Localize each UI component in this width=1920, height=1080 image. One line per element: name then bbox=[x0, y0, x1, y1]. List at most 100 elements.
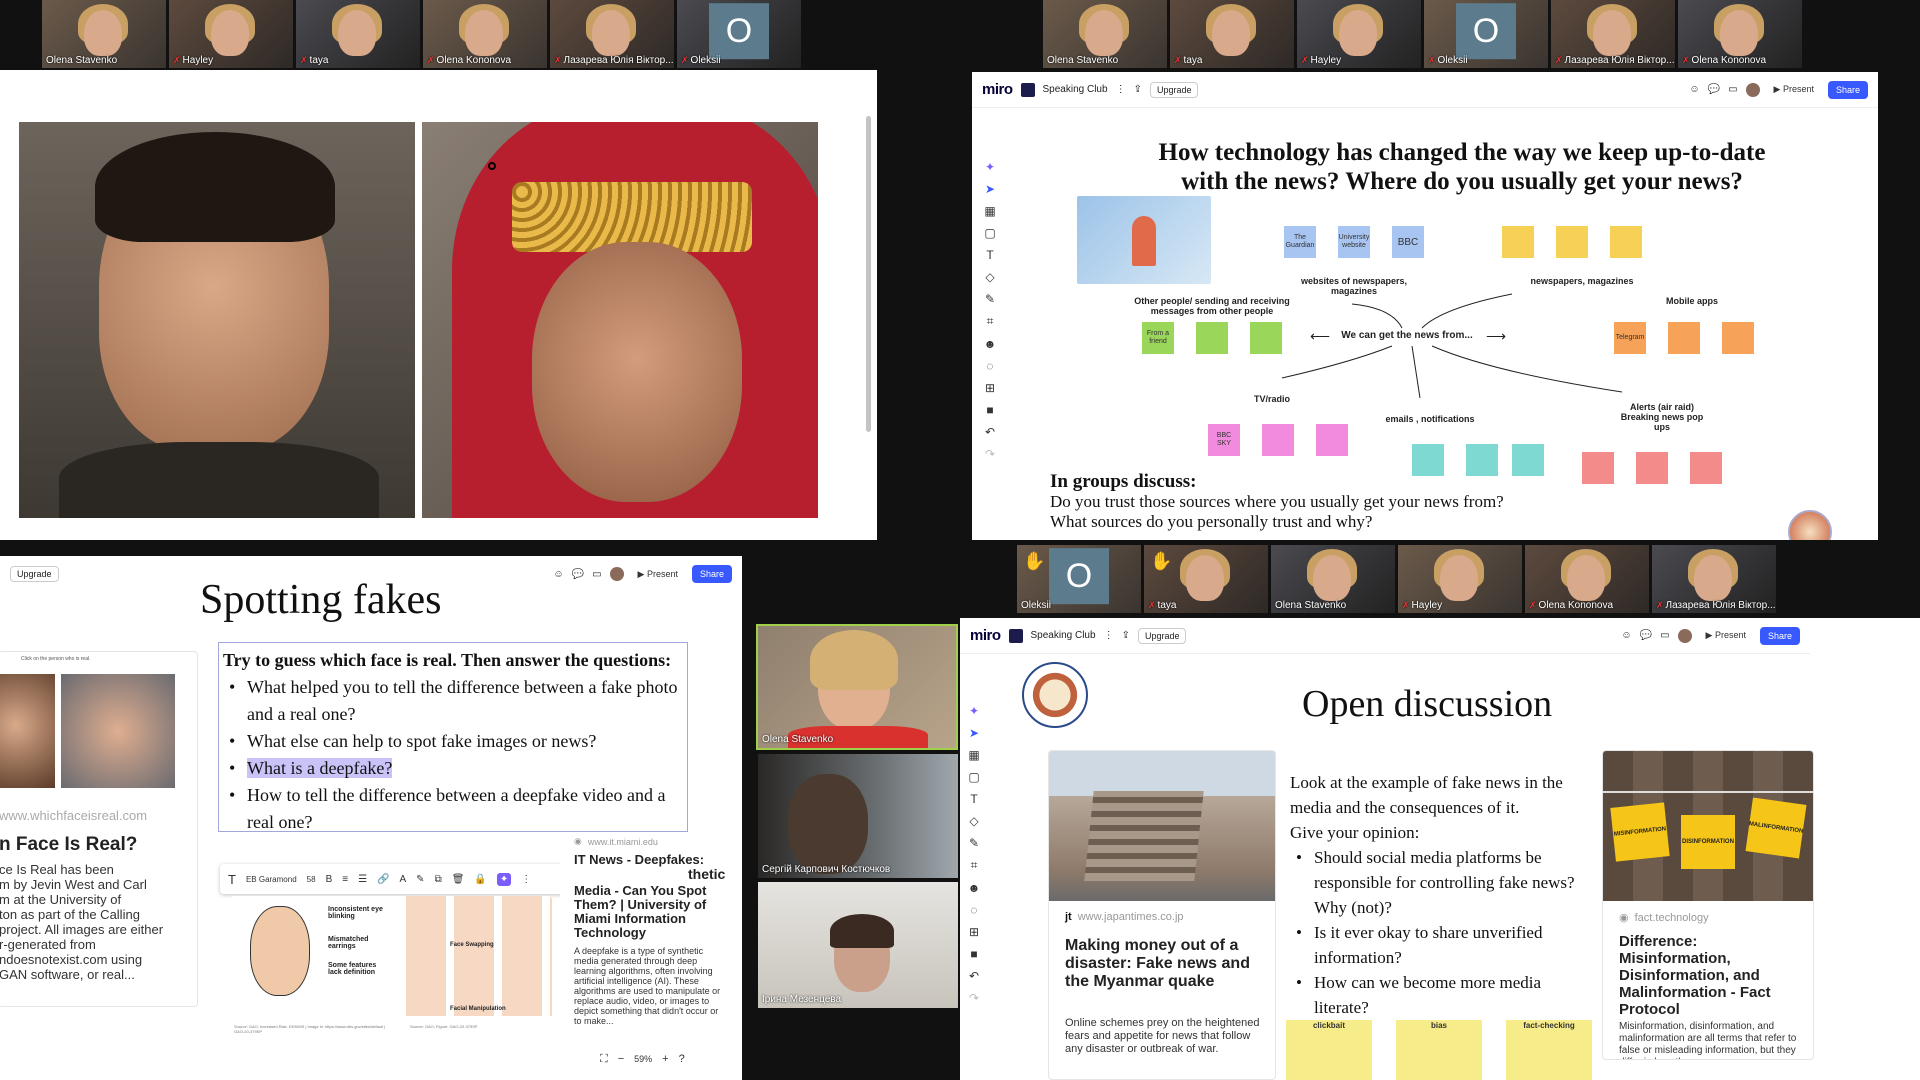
font-select[interactable]: EB Garamond bbox=[246, 875, 297, 884]
scrollbar[interactable] bbox=[866, 116, 871, 432]
participant-tile[interactable]: Olena Stavenko bbox=[1271, 545, 1395, 613]
pen-icon[interactable]: ✎ bbox=[969, 836, 979, 850]
sticky-pink-2[interactable] bbox=[1262, 424, 1294, 456]
chat-icon[interactable]: 💬 bbox=[1640, 630, 1652, 641]
frame-icon[interactable]: ⌗ bbox=[971, 858, 978, 873]
muted-mic-icon: ✗ bbox=[1148, 600, 1156, 610]
page-title: Spotting fakes bbox=[200, 577, 442, 623]
board-name[interactable]: Speaking Club bbox=[1031, 630, 1096, 641]
share-button[interactable]: Share bbox=[691, 565, 732, 583]
export-icon[interactable]: ⇪ bbox=[1122, 630, 1130, 641]
comment-icon[interactable]: ◌ bbox=[970, 903, 977, 917]
text-icon[interactable]: T bbox=[228, 872, 236, 887]
sticker-icon[interactable]: ☻ bbox=[968, 881, 981, 895]
share-button[interactable]: Share bbox=[1759, 626, 1800, 645]
participant-tile[interactable]: ✗ Hayley bbox=[1398, 545, 1522, 613]
link-card-japantimes[interactable]: jt www.japantimes.co.jp Making money out … bbox=[1048, 750, 1276, 1080]
sticky-note-icon[interactable]: ▢ bbox=[968, 770, 979, 784]
sticky-clickbait[interactable]: clickbait bbox=[1286, 1020, 1372, 1080]
camera-serhii[interactable]: Сергій Карпович Костючков bbox=[758, 754, 958, 878]
list-item-text: What else can help to spot fake images o… bbox=[247, 731, 597, 751]
sticky-bbc-sky[interactable]: BBC SKY bbox=[1208, 424, 1240, 456]
link-card-it-miami[interactable]: ◉ www.it.miami.edu IT News - Deepfakes: t… bbox=[560, 832, 732, 1032]
questions-textbox[interactable]: Try to guess which face is real. Then an… bbox=[218, 642, 688, 832]
text-icon[interactable]: T bbox=[970, 792, 977, 806]
highlight-icon[interactable]: ✎ bbox=[416, 874, 424, 885]
participant-tile[interactable]: ✋ ✗ taya bbox=[1144, 545, 1268, 613]
participant-tile[interactable]: ✗ Hayley bbox=[1297, 0, 1421, 68]
deepfake-diagram-card[interactable]: Inconsistent eye blinking Mismatched ear… bbox=[230, 896, 552, 1046]
participant-tile[interactable]: O ✗ Oleksii bbox=[677, 0, 801, 68]
reactions-icon[interactable]: ☺ bbox=[553, 569, 563, 580]
lock-icon[interactable]: 🔒 bbox=[474, 874, 486, 885]
camera-olena[interactable]: Olena Stavenko bbox=[756, 624, 958, 750]
fit-icon[interactable]: ⛶ bbox=[600, 1053, 608, 1066]
diagram-note-5: Facial Manipulation bbox=[450, 1006, 506, 1012]
question-list: What helped you to tell the difference b… bbox=[223, 674, 683, 836]
zoom-out-button[interactable]: − bbox=[618, 1053, 624, 1065]
participant-tile[interactable]: Olena Stavenko bbox=[1043, 0, 1167, 68]
video-icon[interactable]: ▭ bbox=[592, 569, 601, 580]
avatar[interactable] bbox=[1677, 628, 1692, 643]
muted-mic-icon: ✗ bbox=[300, 55, 308, 65]
participant-tile[interactable]: ✗ Лазарева Юлія Віктор... bbox=[1551, 0, 1675, 68]
font-size-select[interactable]: 58 bbox=[307, 875, 316, 884]
reactions-icon[interactable]: ☺ bbox=[1621, 630, 1631, 641]
delete-icon[interactable]: 🗑 bbox=[452, 874, 465, 885]
participant-tile[interactable]: ✗ Лазарева Юлія Віктор... bbox=[1652, 545, 1776, 613]
participant-tile[interactable]: Olena Stavenko bbox=[42, 0, 166, 68]
prompt-text: Give your opinion: bbox=[1290, 823, 1420, 842]
video-icon[interactable]: ▭ bbox=[1660, 630, 1669, 641]
text-color-icon[interactable]: A bbox=[400, 874, 407, 885]
help-icon[interactable]: ? bbox=[679, 1053, 685, 1065]
avatar[interactable] bbox=[609, 567, 624, 581]
camera-iryna[interactable]: Ірина Мезенцева bbox=[758, 882, 958, 1008]
redo-icon[interactable]: ↷ bbox=[969, 991, 979, 1005]
present-button[interactable]: ▶ Present bbox=[1700, 627, 1752, 644]
select-icon[interactable]: ➤ bbox=[969, 726, 979, 740]
list-item-text: How can we become more media literate? bbox=[1314, 973, 1542, 1017]
more-icon[interactable]: ⋮ bbox=[1104, 630, 1114, 641]
participant-tile[interactable]: ✗ Лазарева Юлія Віктор... bbox=[550, 0, 674, 68]
bold-icon[interactable]: B bbox=[326, 874, 333, 885]
link-card-whichface[interactable]: Click on the person who is real. www.whi… bbox=[0, 651, 198, 1007]
participant-video bbox=[211, 10, 249, 56]
participant-tile[interactable]: ✗ taya bbox=[296, 0, 420, 68]
list-icon[interactable]: ☰ bbox=[358, 874, 367, 885]
zoom-level[interactable]: 59% bbox=[634, 1054, 652, 1064]
participant-tile[interactable]: O ✗ Oleksii bbox=[1424, 0, 1548, 68]
more-icon[interactable]: ⋮ bbox=[521, 874, 531, 885]
upload-icon[interactable]: ⊞ bbox=[969, 925, 979, 939]
sticky-pink-3[interactable] bbox=[1316, 424, 1348, 456]
template-icon[interactable]: ▦ bbox=[968, 748, 979, 762]
diagram-note-2: Mismatched earrings bbox=[328, 936, 369, 950]
link-icon[interactable]: 🔗 bbox=[377, 874, 389, 885]
label-alerts: Alerts (air raid) Breaking news pop ups bbox=[1620, 402, 1704, 432]
list-item-text: Should social media platforms be respons… bbox=[1314, 848, 1575, 917]
participant-name: ✗ Oleksii bbox=[681, 55, 721, 66]
undo-icon[interactable]: ↶ bbox=[969, 969, 979, 983]
upgrade-button[interactable]: Upgrade bbox=[1137, 627, 1187, 644]
face-photo-left[interactable] bbox=[19, 122, 415, 518]
chat-icon[interactable]: 💬 bbox=[572, 569, 584, 580]
participant-tile[interactable]: O ✋ Oleksii bbox=[1017, 545, 1141, 613]
upgrade-button[interactable]: Upgrade bbox=[10, 566, 59, 582]
ai-icon[interactable]: ✦ bbox=[969, 704, 979, 718]
zoom-in-button[interactable]: + bbox=[662, 1053, 668, 1065]
participant-tile[interactable]: ✗ Olena Kononova bbox=[1525, 545, 1649, 613]
participant-tile[interactable]: ✗ Olena Kononova bbox=[423, 0, 547, 68]
link-card-fact-technology[interactable]: MISINFORMATION DISINFORMATION MALINFORMA… bbox=[1602, 750, 1814, 1060]
ai-icon[interactable]: ✦ bbox=[496, 872, 512, 886]
japantimes-logo-icon: jt bbox=[1065, 911, 1072, 923]
participant-tile[interactable]: ✗ Olena Kononova bbox=[1678, 0, 1802, 68]
sticky-fact-checking[interactable]: fact-checking bbox=[1506, 1020, 1592, 1080]
shapes-icon[interactable]: ◇ bbox=[969, 814, 978, 828]
sticky-bias[interactable]: bias bbox=[1396, 1020, 1482, 1080]
face-photo-right[interactable] bbox=[422, 122, 818, 518]
duplicate-icon[interactable]: ⧉ bbox=[435, 874, 442, 885]
participant-tile[interactable]: ✗ taya bbox=[1170, 0, 1294, 68]
apps-icon[interactable]: ■ bbox=[970, 947, 977, 961]
present-button[interactable]: ▶ Present bbox=[632, 566, 684, 583]
participant-tile[interactable]: ✗ Hayley bbox=[169, 0, 293, 68]
align-icon[interactable]: ≡ bbox=[342, 874, 348, 885]
